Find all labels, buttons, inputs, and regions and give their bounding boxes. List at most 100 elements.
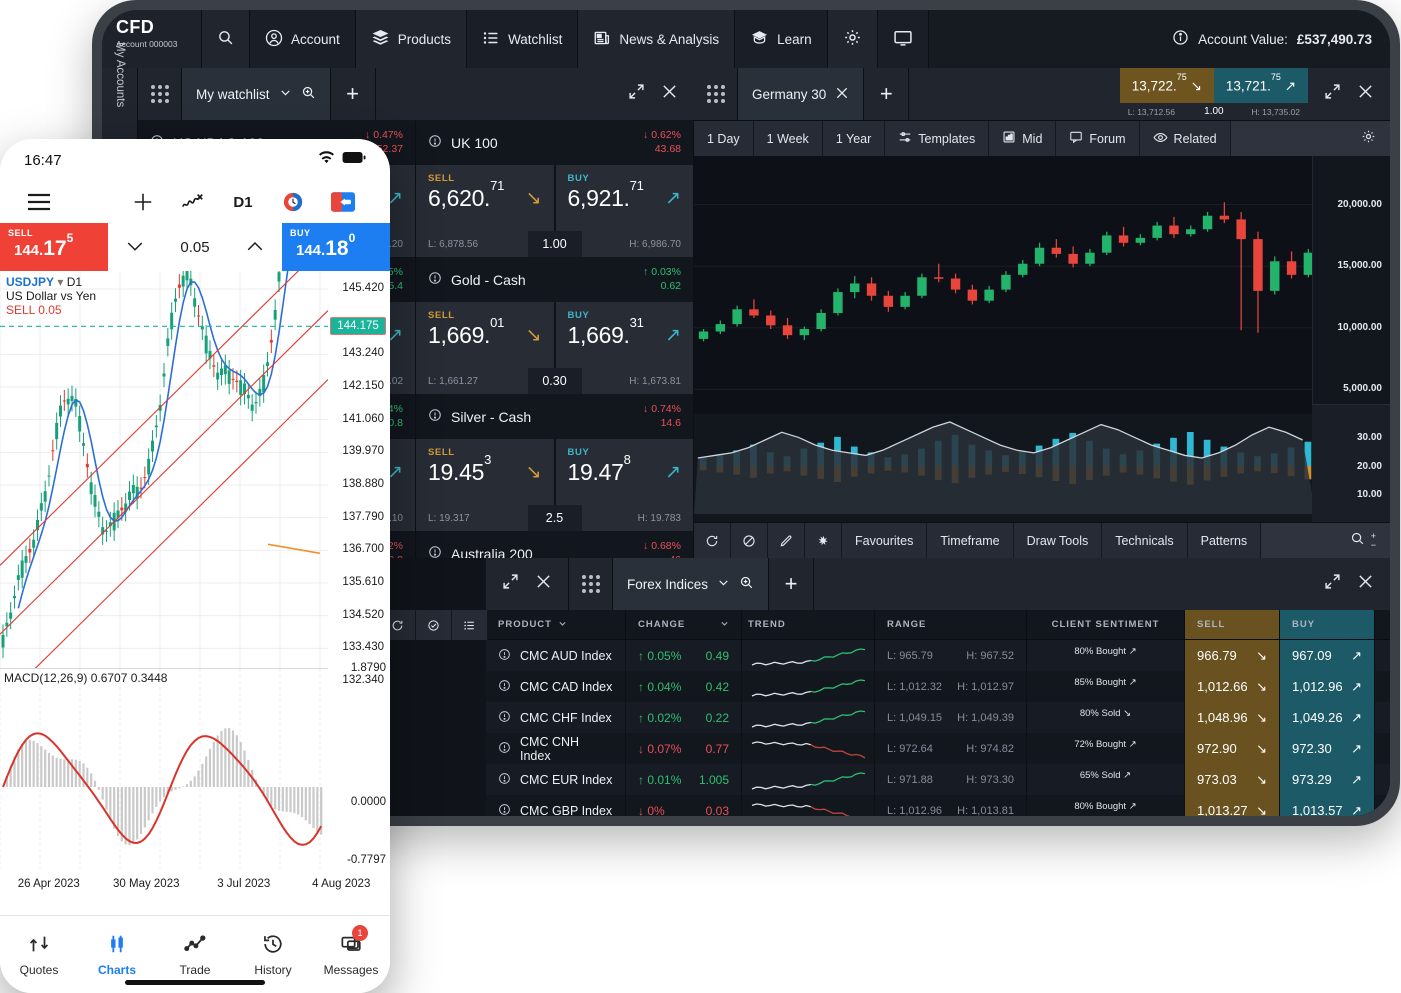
phone-sell-button[interactable]: SELL 144.175	[0, 223, 108, 271]
watchlist-item-size[interactable]: 0.30	[527, 368, 582, 394]
crosshair-icon[interactable]	[118, 191, 168, 213]
forum-button[interactable]: Forum	[1056, 121, 1140, 156]
table-row[interactable]: CMC EUR Index ↑ 0.01% 1.005 L: 971.88 H: 973…	[486, 764, 1390, 795]
qty-decrement-icon[interactable]	[126, 239, 144, 256]
watchlist-item[interactable]: UK 100 ↓ 0.62% 43.68 SELL 6,620.71 ↘ BUY 6,921.…	[416, 120, 693, 257]
cell-product[interactable]: CMC EUR Index	[486, 764, 626, 795]
table-check-button[interactable]	[416, 610, 452, 640]
timeframe-1-week[interactable]: 1 Week	[753, 121, 823, 156]
forex-indices-tab[interactable]: Forex Indices	[613, 558, 769, 610]
watchlist-sell-cell[interactable]: SELL 1,669.01 ↘	[416, 302, 554, 368]
close-icon[interactable]	[661, 83, 678, 105]
info-icon[interactable]	[428, 271, 442, 288]
settings-button[interactable]	[827, 10, 878, 68]
chevron-down-icon[interactable]	[720, 619, 729, 631]
draw-tools-button[interactable]: Draw Tools	[1013, 523, 1103, 558]
maximize-icon[interactable]	[628, 83, 645, 105]
info-icon[interactable]	[498, 772, 511, 788]
phone-timeframe-button[interactable]: D1	[218, 194, 268, 211]
watchlist-item-header[interactable]: UK 100 ↓ 0.62% 43.68	[416, 120, 693, 165]
table-row[interactable]: CMC CHF Index ↑ 0.02% 0.22 L: 1,049.15 H: 1,…	[486, 702, 1390, 733]
close-icon[interactable]	[1357, 83, 1374, 105]
zoom-search-icon[interactable]	[739, 575, 754, 593]
timeframe-1-day[interactable]: 1 Day	[694, 121, 754, 156]
chart-panel-drag-handle[interactable]	[694, 68, 738, 120]
watchlist-item[interactable]: Gold - Cash ↑ 0.03% 0.62 SELL 1,669.01 ↘ BUY 1,…	[416, 257, 693, 394]
info-icon[interactable]	[498, 679, 511, 695]
cell-product[interactable]: CMC CHF Index	[486, 702, 626, 733]
zoom-in-out-controls[interactable]: + −	[1371, 531, 1376, 550]
table-row[interactable]: CMC CNH Index ↓ 0.07% 0.77 L: 972.64 H: 974.…	[486, 733, 1390, 764]
info-icon[interactable]	[498, 710, 511, 726]
cell-buy[interactable]: 1,013.57 ↗	[1280, 795, 1375, 816]
table-header-trend[interactable]: TREND	[742, 610, 875, 639]
logout-icon[interactable]	[318, 192, 368, 212]
watchlist-sell-cell[interactable]: SELL 6,620.71 ↘	[416, 165, 554, 231]
chart-tab-germany30[interactable]: Germany 30	[738, 68, 864, 120]
chart-settings-gear-icon[interactable]	[1361, 129, 1376, 149]
maximize-icon[interactable]	[1324, 83, 1341, 105]
maximize-icon[interactable]	[1324, 573, 1341, 595]
cell-sell[interactable]: 1,012.66 ↘	[1185, 671, 1280, 702]
table-header-client-sentiment[interactable]: CLIENT SENTIMENT	[1027, 610, 1185, 639]
watchlist-sell-cell[interactable]: SELL 19.453 ↘	[416, 439, 554, 505]
qty-increment-icon[interactable]	[246, 239, 264, 256]
close-icon[interactable]	[535, 573, 552, 595]
table-header-range[interactable]: RANGE	[875, 610, 1027, 639]
chevron-down-icon[interactable]	[717, 576, 730, 592]
info-icon[interactable]	[498, 741, 511, 757]
draw-pen-button[interactable]	[768, 523, 805, 558]
cell-buy[interactable]: 967.09 ↗	[1280, 640, 1375, 671]
timeframe-1-year[interactable]: 1 Year	[822, 121, 886, 156]
search-button[interactable]	[202, 10, 250, 68]
nav-item-learn[interactable]: Learn	[735, 10, 828, 68]
watchlist-item[interactable]: Silver - Cash ↓ 0.74% 14.6 SELL 19.453 ↘ BUY 19…	[416, 394, 693, 531]
favourites-button[interactable]: Favourites	[842, 523, 928, 558]
related-button[interactable]: Related	[1139, 121, 1231, 156]
close-icon[interactable]	[1357, 573, 1374, 595]
phone-quantity-stepper[interactable]: 0.05	[108, 223, 282, 271]
chart-buy-price[interactable]: 13,721.75 ↗	[1213, 68, 1308, 103]
info-icon[interactable]	[428, 134, 442, 151]
clear-button[interactable]	[731, 523, 768, 558]
watchlist-item-size[interactable]: 2.5	[527, 505, 582, 531]
table-header-buy[interactable]: BUY	[1280, 610, 1375, 639]
mid-button[interactable]: Mid	[989, 121, 1057, 156]
watchlist-tab[interactable]: My watchlist	[182, 68, 330, 120]
table-row[interactable]: CMC GBP Index ↓ 0% 0.03 L: 1,012.96 H: 1,013…	[486, 795, 1390, 816]
cursor-tool-button[interactable]	[805, 523, 842, 558]
table-header-change[interactable]: CHANGE	[626, 610, 742, 639]
phone-nav-messages[interactable]: Messages 1	[312, 916, 390, 993]
cell-product[interactable]: CMC CAD Index	[486, 671, 626, 702]
chart-zoom-search-icon[interactable]	[1350, 531, 1365, 551]
watchlist-buy-cell[interactable]: BUY 19.478 ↗	[555, 439, 693, 505]
price-chart[interactable]: 5,000.00 10,000.00 15,000.00 20,000.00 10.0…	[694, 156, 1390, 522]
watchlist-buy-cell[interactable]: BUY 1,669.31 ↗	[555, 302, 693, 368]
cell-sell[interactable]: 972.90 ↘	[1185, 733, 1280, 764]
cell-product[interactable]: CMC CNH Index	[486, 733, 626, 764]
menu-icon[interactable]	[22, 193, 56, 211]
table-panel-drag-handle[interactable]	[569, 558, 613, 610]
phone-chart[interactable]: USDJPY ▾ D1 US Dollar vs Yen SELL 0.05 1…	[0, 271, 390, 926]
table-header-sell[interactable]: SELL	[1185, 610, 1280, 639]
add-watchlist-button[interactable]: +	[329, 68, 376, 120]
cell-buy[interactable]: 1,012.96 ↗	[1280, 671, 1375, 702]
cell-buy[interactable]: 1,049.26 ↗	[1280, 702, 1375, 733]
watchlist-item-header[interactable]: Silver - Cash ↓ 0.74% 14.6	[416, 394, 693, 439]
chart-sell-price[interactable]: 13,722.75 ↘	[1119, 68, 1214, 103]
nav-item-products[interactable]: Products	[355, 10, 468, 68]
table-row[interactable]: CMC AUD Index ↑ 0.05% 0.49 L: 965.79 H: 967.…	[486, 640, 1390, 671]
cell-sell[interactable]: 1,013.27 ↘	[1185, 795, 1280, 816]
technicals-button[interactable]: Technicals	[1102, 523, 1188, 558]
display-mode-button[interactable]	[877, 10, 929, 68]
table-row[interactable]: CMC CAD Index ↑ 0.04% 0.42 L: 1,012.32 H: 1,…	[486, 671, 1390, 702]
add-chart-tab-button[interactable]: +	[863, 68, 910, 120]
patterns-button[interactable]: Patterns	[1187, 523, 1262, 558]
watchlist-buy-cell[interactable]: BUY 6,921.71 ↗	[555, 165, 693, 231]
panel-drag-handle[interactable]	[138, 68, 182, 120]
cell-product[interactable]: CMC AUD Index	[486, 640, 626, 671]
watchlist-item-size[interactable]: 1.00	[527, 231, 582, 257]
phone-buy-button[interactable]: BUY 144.180	[282, 223, 390, 271]
templates-button[interactable]: Templates	[885, 121, 990, 156]
timeframe-button[interactable]: Timeframe	[927, 523, 1014, 558]
